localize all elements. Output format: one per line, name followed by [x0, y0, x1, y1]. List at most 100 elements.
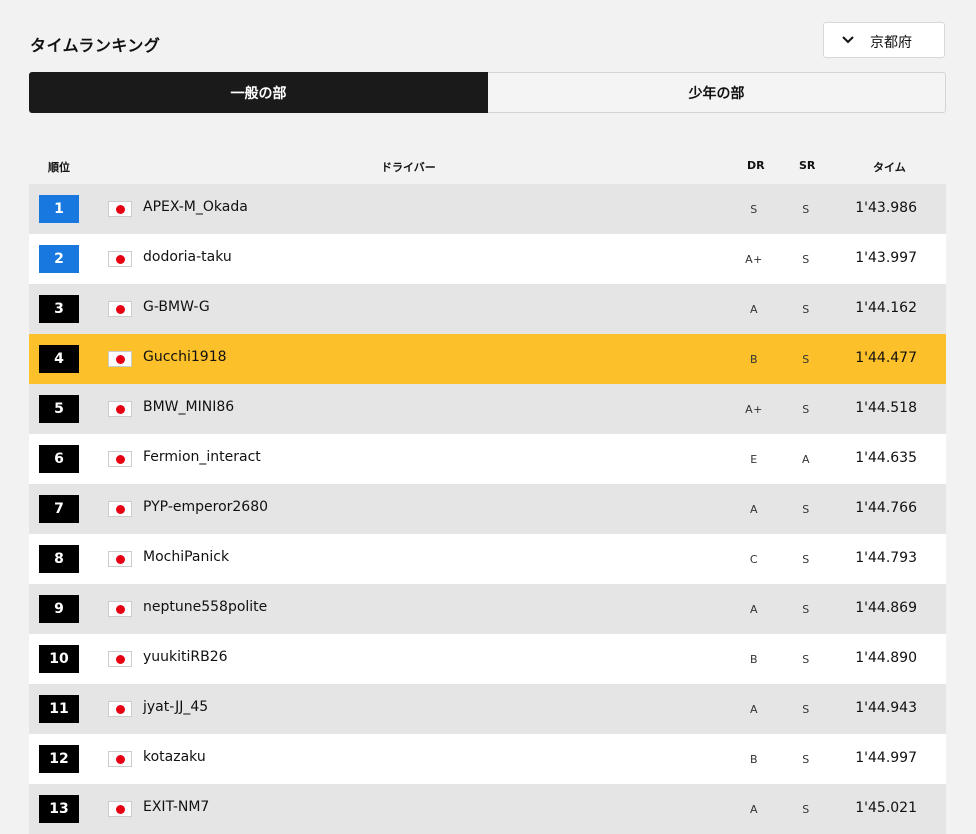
lap-time: 1'44.890 [855, 650, 917, 666]
japan-flag-icon [108, 301, 132, 317]
dr-rating: A [749, 503, 759, 516]
table-header: 順位 ドライバー DR SR タイム [29, 155, 946, 177]
japan-flag-icon [108, 251, 132, 267]
japan-flag-icon [108, 351, 132, 367]
column-header-driver: ドライバー [381, 161, 436, 174]
lap-time: 1'43.997 [855, 250, 917, 266]
sr-rating: S [802, 503, 810, 516]
table-row[interactable]: 7 PYP-emperor2680 A S 1'44.766 [29, 484, 946, 534]
dr-rating: C [749, 553, 759, 566]
dr-rating: A [749, 603, 759, 616]
sr-rating: S [802, 603, 810, 616]
category-tabs: 一般の部 少年の部 [29, 72, 946, 113]
region-select-label: 京都府 [870, 35, 912, 51]
dr-rating: B [749, 353, 759, 366]
lap-time: 1'44.518 [855, 400, 917, 416]
dr-rating: A [749, 803, 759, 816]
dr-rating: A+ [745, 253, 763, 266]
table-row[interactable]: 1 APEX-M_Okada S S 1'43.986 [29, 184, 946, 234]
dr-rating: S [750, 203, 758, 216]
table-row[interactable]: 8 MochiPanick C S 1'44.793 [29, 534, 946, 584]
page-title: タイムランキング [30, 36, 161, 55]
sr-rating: S [802, 253, 810, 266]
driver-name[interactable]: kotazaku [143, 749, 206, 765]
table-row[interactable]: 11 jyat-JJ_45 A S 1'44.943 [29, 684, 946, 734]
dr-rating: A+ [745, 403, 763, 416]
rank-badge: 9 [39, 595, 79, 623]
sr-rating: S [802, 403, 810, 416]
sr-rating: S [802, 303, 810, 316]
lap-time: 1'44.635 [855, 450, 917, 466]
lap-time: 1'44.477 [855, 350, 917, 366]
tab-general[interactable]: 一般の部 [29, 72, 488, 113]
column-header-dr: DR [747, 159, 765, 172]
region-select[interactable]: 京都府 [823, 22, 945, 58]
rank-badge: 4 [39, 345, 79, 373]
rank-badge: 12 [39, 745, 79, 773]
driver-name[interactable]: neptune558polite [143, 599, 267, 615]
rank-badge: 10 [39, 645, 79, 673]
column-header-time: タイム [873, 161, 906, 174]
dr-rating: E [750, 453, 758, 466]
sr-rating: S [802, 703, 810, 716]
sr-rating: S [802, 203, 810, 216]
rank-badge: 6 [39, 445, 79, 473]
table-row[interactable]: 10 yuukitiRB26 B S 1'44.890 [29, 634, 946, 684]
table-row-highlighted[interactable]: 4 Gucchi1918 B S 1'44.477 [29, 334, 946, 384]
lap-time: 1'45.021 [855, 800, 917, 816]
driver-name[interactable]: BMW_MINI86 [143, 399, 234, 415]
sr-rating: A [801, 453, 811, 466]
ranking-table: 1 APEX-M_Okada S S 1'43.986 2 dodoria-ta… [29, 184, 946, 834]
lap-time: 1'44.766 [855, 500, 917, 516]
lap-time: 1'44.793 [855, 550, 917, 566]
japan-flag-icon [108, 801, 132, 817]
japan-flag-icon [108, 201, 132, 217]
rank-badge: 2 [39, 245, 79, 273]
dr-rating: B [749, 653, 759, 666]
table-row[interactable]: 12 kotazaku B S 1'44.997 [29, 734, 946, 784]
rank-badge: 13 [39, 795, 79, 823]
driver-name[interactable]: yuukitiRB26 [143, 649, 228, 665]
rank-badge: 11 [39, 695, 79, 723]
japan-flag-icon [108, 651, 132, 667]
driver-name[interactable]: Gucchi1918 [143, 349, 227, 365]
lap-time: 1'44.997 [855, 750, 917, 766]
japan-flag-icon [108, 451, 132, 467]
lap-time: 1'43.986 [855, 200, 917, 216]
sr-rating: S [802, 653, 810, 666]
dr-rating: A [749, 303, 759, 316]
driver-name[interactable]: jyat-JJ_45 [143, 699, 208, 715]
driver-name[interactable]: dodoria-taku [143, 249, 232, 265]
tab-youth[interactable]: 少年の部 [488, 72, 946, 113]
table-row[interactable]: 5 BMW_MINI86 A+ S 1'44.518 [29, 384, 946, 434]
table-row[interactable]: 3 G-BMW-G A S 1'44.162 [29, 284, 946, 334]
column-header-sr: SR [799, 159, 816, 172]
dr-rating: A [749, 703, 759, 716]
table-row[interactable]: 9 neptune558polite A S 1'44.869 [29, 584, 946, 634]
rank-badge: 1 [39, 195, 79, 223]
sr-rating: S [802, 353, 810, 366]
column-header-rank: 順位 [48, 161, 70, 174]
table-row[interactable]: 13 EXIT-NM7 A S 1'45.021 [29, 784, 946, 834]
japan-flag-icon [108, 701, 132, 717]
rank-badge: 5 [39, 395, 79, 423]
driver-name[interactable]: Fermion_interact [143, 449, 261, 465]
sr-rating: S [802, 803, 810, 816]
dr-rating: B [749, 753, 759, 766]
driver-name[interactable]: MochiPanick [143, 549, 229, 565]
table-row[interactable]: 2 dodoria-taku A+ S 1'43.997 [29, 234, 946, 284]
driver-name[interactable]: G-BMW-G [143, 299, 210, 315]
rank-badge: 8 [39, 545, 79, 573]
sr-rating: S [802, 553, 810, 566]
lap-time: 1'44.869 [855, 600, 917, 616]
rank-badge: 7 [39, 495, 79, 523]
rank-badge: 3 [39, 295, 79, 323]
japan-flag-icon [108, 601, 132, 617]
table-row[interactable]: 6 Fermion_interact E A 1'44.635 [29, 434, 946, 484]
japan-flag-icon [108, 501, 132, 517]
driver-name[interactable]: PYP-emperor2680 [143, 499, 268, 515]
driver-name[interactable]: EXIT-NM7 [143, 799, 209, 815]
driver-name[interactable]: APEX-M_Okada [143, 199, 248, 215]
japan-flag-icon [108, 551, 132, 567]
lap-time: 1'44.162 [855, 300, 917, 316]
